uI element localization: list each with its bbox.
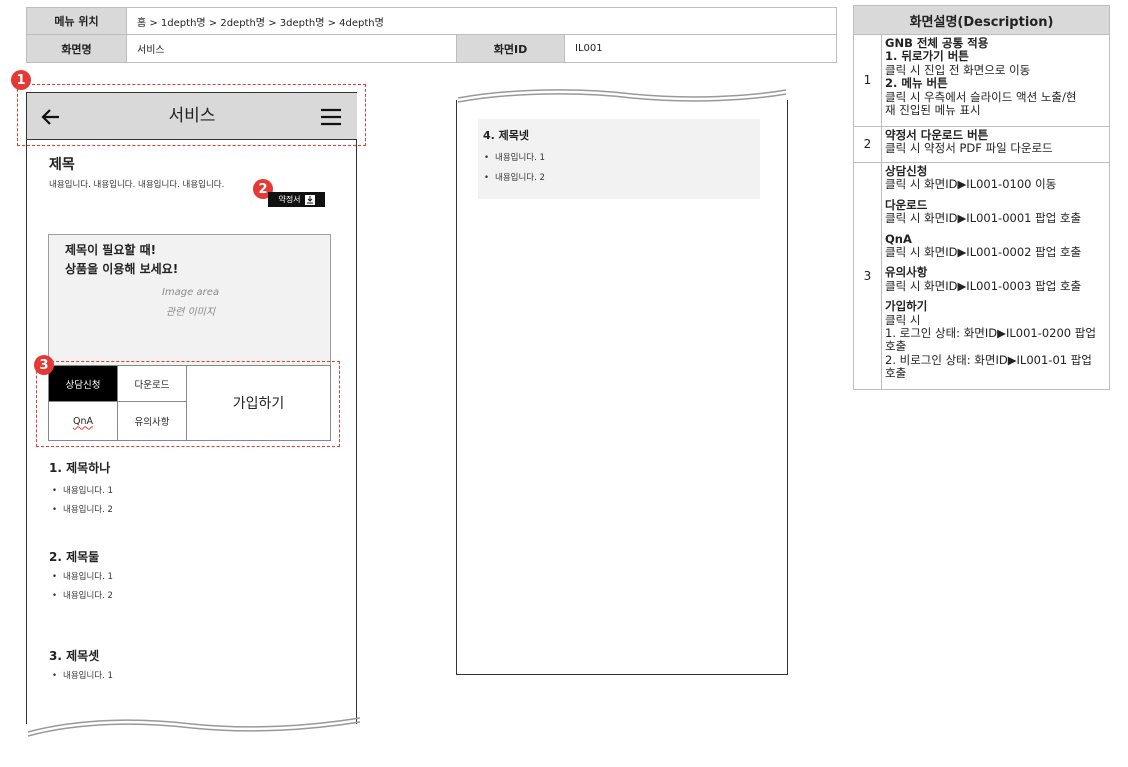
description-table: 화면설명(Description) 1 GNB 전체 공통 적용 1. 뒤로가기… [853, 5, 1110, 390]
cut-wave-top [452, 86, 792, 103]
description-row-2: 2 약정서 다운로드 버튼 클릭 시 약정서 PDF 파일 다운로드 [854, 126, 1109, 163]
description-row-number: 2 [854, 126, 882, 162]
intro-body: 내용입니다. 내용입니다. 내용입니다. 내용입니다. [49, 180, 225, 190]
desc-line: 1. 뒤로가기 버튼 [885, 49, 969, 64]
image-placeholder-label-1: Image area [161, 287, 220, 298]
description-row-text: 약정서 다운로드 버튼 클릭 시 약정서 PDF 파일 다운로드 [885, 128, 1105, 156]
description-row-text: 상담신청 클릭 시 화면ID▶IL001-0100 이동 다운로드 클릭 시 화… [885, 164, 1105, 381]
desc-line: 클릭 시 우측에서 슬라이드 액션 노출/현 [885, 89, 1077, 104]
screen-id-value: IL001 [575, 43, 603, 54]
list-item: 내용입니다. 2 [484, 171, 545, 183]
screen-info-table: 메뉴 위치 홈 > 1depth명 > 2depth명 > 3depth명 > … [26, 7, 837, 63]
desc-line: 다운로드 [885, 197, 928, 212]
promo-text: 제목이 필요할 때! 상품을 이용해 보세요! [65, 241, 178, 279]
desc-line: 1. 로그인 상태: 화면ID▶IL001-0200 팝업 [885, 326, 1096, 341]
desc-line: 클릭 시 진입 전 화면으로 이동 [885, 62, 1031, 77]
promo-line-1: 제목이 필요할 때! [65, 243, 157, 257]
list-item: 내용입니다. 2 [52, 589, 113, 601]
description-header: 화면설명(Description) [854, 6, 1109, 35]
section-1-title: 1. 제목하나 [49, 461, 111, 475]
desc-line: 클릭 시 약정서 PDF 파일 다운로드 [885, 141, 1053, 156]
section-2-title: 2. 제목둘 [49, 550, 100, 564]
promo-line-2: 상품을 이용해 보세요! [65, 262, 179, 276]
desc-line: GNB 전체 공통 적용 [885, 36, 989, 50]
desc-line: 호출 [885, 339, 907, 354]
list-item: 내용입니다. 2 [52, 503, 113, 515]
intro-title: 제목 [49, 157, 75, 173]
list-item: 내용입니다. 1 [52, 570, 113, 582]
desc-line: 유의사항 [885, 265, 928, 280]
marker-3: 3 [34, 355, 54, 375]
desc-line: 클릭 시 화면ID▶IL001-0001 팝업 호출 [885, 211, 1082, 226]
desc-line: 클릭 시 화면ID▶IL001-0002 팝업 호출 [885, 245, 1082, 260]
desc-line: 2. 메뉴 버튼 [885, 76, 948, 91]
list-item: 내용입니다. 1 [52, 484, 113, 496]
section-4-title: 4. 제목넷 [483, 129, 530, 142]
desc-line: QnA [885, 231, 912, 246]
section-3-title: 3. 제목셋 [49, 649, 100, 663]
description-row-number: 3 [854, 162, 882, 389]
desc-line: 클릭 시 화면ID▶IL001-0100 이동 [885, 177, 1057, 192]
highlight-region-3 [36, 361, 340, 447]
continued-section: 4. 제목넷 내용입니다. 1 내용입니다. 2 [478, 119, 760, 199]
list-item: 내용입니다. 1 [484, 151, 545, 163]
image-placeholder: Image area 관련 이미지 [49, 283, 332, 323]
desc-line: 가입하기 [885, 299, 928, 314]
description-row-3: 3 상담신청 클릭 시 화면ID▶IL001-0100 이동 다운로드 클릭 시… [854, 162, 1109, 389]
terms-button-label: 약정서 [278, 195, 301, 204]
cut-wave-bottom [20, 717, 365, 740]
screen-name-label: 화면명 [27, 35, 127, 62]
screen-name-value: 서비스 [127, 35, 457, 62]
desc-line: 상담신청 [885, 164, 928, 178]
image-placeholder-label-2: 관련 이미지 [165, 307, 216, 318]
description-row-text: GNB 전체 공통 적용 1. 뒤로가기 버튼 클릭 시 진입 전 화면으로 이… [885, 36, 1105, 118]
menu-location-value: 홈 > 1depth명 > 2depth명 > 3depth명 > 4depth… [127, 8, 836, 35]
desc-line: 호출 [885, 366, 907, 381]
promo-banner: 제목이 필요할 때! 상품을 이용해 보세요! Image area 관련 이미… [48, 234, 331, 367]
highlight-region-1 [17, 84, 366, 146]
download-icon [304, 194, 315, 205]
desc-line: 2. 비로그인 상태: 화면ID▶IL001-01 팝업 [885, 352, 1092, 367]
description-row-number: 1 [854, 34, 882, 126]
screen-id-label: 화면ID [457, 35, 565, 62]
description-row-1: 1 GNB 전체 공통 적용 1. 뒤로가기 버튼 클릭 시 진입 전 화면으로… [854, 34, 1109, 127]
desc-line: 약정서 다운로드 버튼 [885, 128, 989, 142]
desc-line: 재 진입된 메뉴 표시 [885, 103, 981, 118]
menu-location-label: 메뉴 위치 [27, 8, 127, 35]
desc-line: 클릭 시 화면ID▶IL001-0003 팝업 호출 [885, 278, 1082, 293]
list-item: 내용입니다. 1 [52, 669, 113, 681]
terms-download-button[interactable]: 약정서 [268, 192, 325, 207]
marker-1: 1 [11, 70, 31, 90]
desc-line: 클릭 시 [885, 312, 921, 327]
